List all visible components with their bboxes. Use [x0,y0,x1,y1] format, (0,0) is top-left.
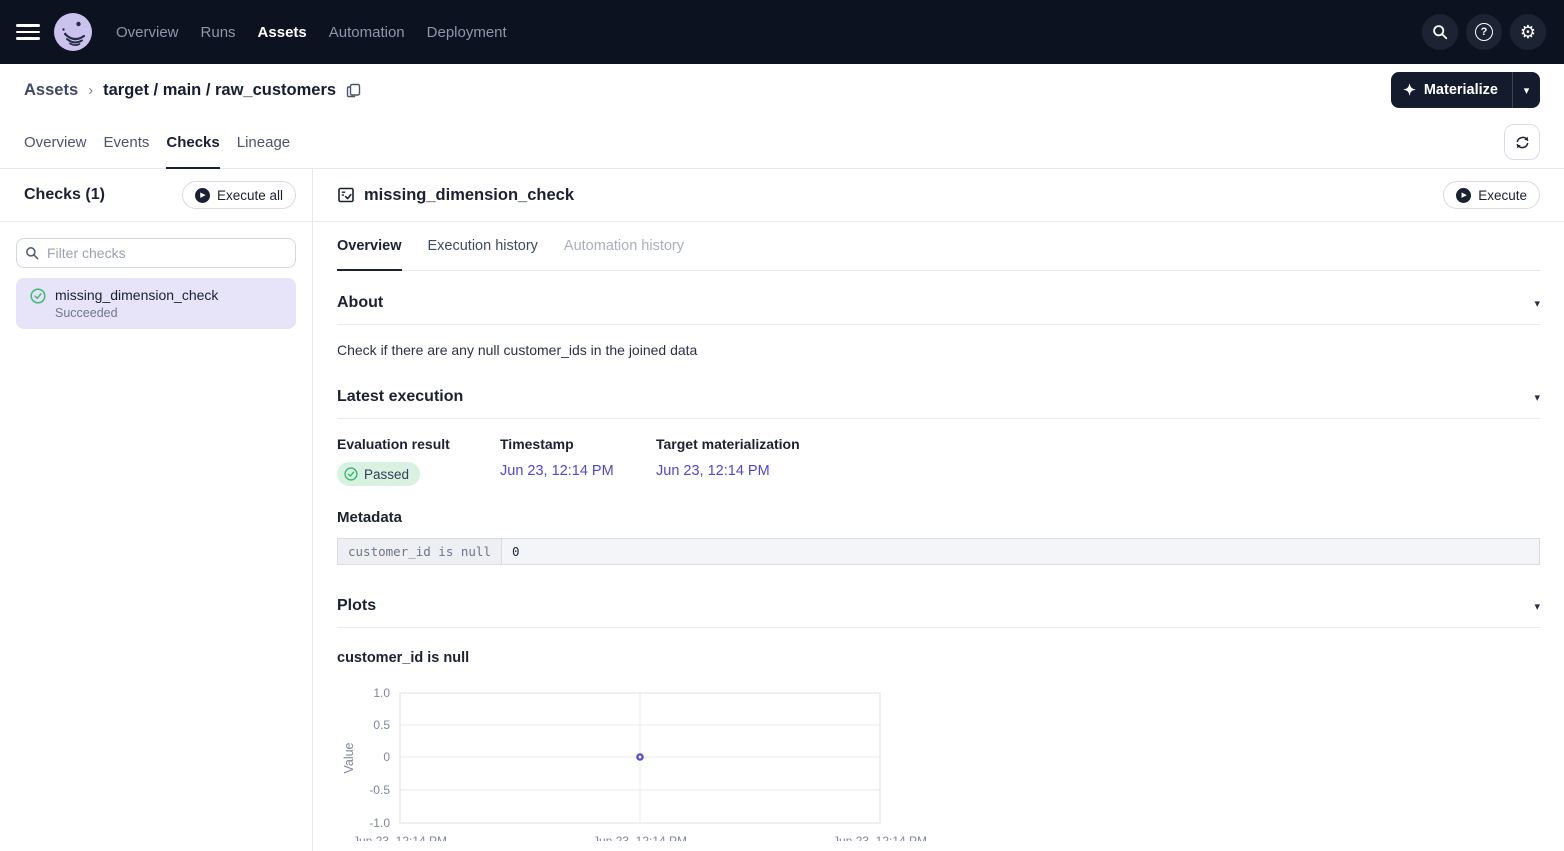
check-detail-body: Overview Execution history Automation hi… [313,222,1564,851]
tab-checks[interactable]: Checks [166,116,219,168]
about-section-header: About ▾ [337,294,1540,325]
materialize-split-button: ✦ Materialize ▾ [1391,72,1540,108]
filter-checks-input[interactable] [16,238,296,268]
hamburger-menu-icon[interactable] [16,20,40,44]
copy-button[interactable] [346,83,361,98]
breadcrumb-chevron-icon: › [88,82,93,99]
plots-section-header: Plots ▾ [337,597,1540,628]
data-point [636,753,644,761]
help-icon: ? [1475,23,1493,41]
check-description: Check if there are any null customer_ids… [337,342,1540,358]
execute-label: Execute [1478,188,1527,203]
about-heading: About [337,294,383,312]
help-button[interactable]: ? [1466,14,1502,50]
execute-all-button[interactable]: ▶ Execute all [182,181,296,209]
latest-execution-columns: Evaluation result Passed Timestamp J [337,436,1540,486]
check-item-status: Succeeded [55,306,218,320]
nav-runs[interactable]: Runs [201,24,236,41]
y-axis-label: Value [342,742,356,773]
breadcrumb-assets-link[interactable]: Assets [24,81,78,100]
check-tab-automation-history[interactable]: Automation history [564,222,684,270]
check-detail-header: missing_dimension_check ▶ Execute [313,169,1564,222]
refresh-icon [1514,134,1531,151]
filter-checks-box [16,238,296,268]
breadcrumb-asset-path: target / main / raw_customers [103,81,336,100]
metadata-heading: Metadata [337,509,1540,526]
execute-all-label: Execute all [217,188,283,203]
nav-overview[interactable]: Overview [116,24,179,41]
sparkle-icon: ✦ [1403,81,1416,99]
check-title: missing_dimension_check [364,186,574,205]
evaluation-result-header: Evaluation result [337,436,500,452]
gear-icon: ⚙ [1520,22,1536,43]
check-item-name: missing_dimension_check [55,287,218,303]
execute-button[interactable]: ▶ Execute [1443,181,1540,209]
x-tick: Jun 23, 12:14 PM [833,834,927,841]
y-tick: 0 [383,750,390,764]
latest-execution-heading: Latest execution [337,388,463,406]
check-tab-overview[interactable]: Overview [337,222,402,270]
content-area: Checks (1) ▶ Execute all missing_dimensi… [0,169,1564,851]
metadata-value: 0 [502,539,1540,565]
check-tab-execution-history[interactable]: Execution history [428,222,538,270]
tab-events[interactable]: Events [104,116,150,168]
collapse-caret-icon[interactable]: ▾ [1534,297,1540,310]
checks-sidebar: Checks (1) ▶ Execute all missing_dimensi… [0,169,313,851]
tab-lineage[interactable]: Lineage [237,116,290,168]
topbar-actions: ? ⚙ [1422,14,1546,50]
collapse-caret-icon[interactable]: ▾ [1534,600,1540,613]
x-tick: Jun 23, 12:14 PM [593,834,687,841]
metadata-key: customer_id is null [338,539,502,565]
play-circle-icon: ▶ [195,188,210,203]
y-tick: -1.0 [369,816,390,830]
timestamp-link[interactable]: Jun 23, 12:14 PM [500,463,614,479]
tab-overview[interactable]: Overview [24,116,87,168]
nav-automation[interactable]: Automation [329,24,405,41]
dagster-logo[interactable] [54,13,92,51]
target-materialization-header: Target materialization [656,436,800,452]
check-tabs: Overview Execution history Automation hi… [337,222,1540,271]
y-tick: 1.0 [373,686,390,700]
metadata-table: customer_id is null 0 [337,538,1540,565]
nav-deployment[interactable]: Deployment [427,24,507,41]
refresh-button[interactable] [1504,124,1540,160]
search-icon [25,246,39,260]
timestamp-header: Timestamp [500,436,656,452]
plot-title: customer_id is null [337,650,1540,666]
play-circle-icon: ▶ [1456,188,1471,203]
materialize-dropdown-button[interactable]: ▾ [1512,72,1540,108]
check-detail-panel: missing_dimension_check ▶ Execute Overvi… [313,169,1564,851]
target-materialization-link[interactable]: Jun 23, 12:14 PM [656,463,770,479]
passed-badge-label: Passed [364,467,409,482]
latest-execution-section-header: Latest execution ▾ [337,388,1540,419]
breadcrumb-row: Assets › target / main / raw_customers ✦… [0,64,1564,116]
copy-icon [346,83,361,98]
check-list-item[interactable]: missing_dimension_check Succeeded [16,278,296,329]
asset-check-icon [337,186,355,204]
checks-count-title: Checks (1) [24,186,105,204]
settings-button[interactable]: ⚙ [1510,14,1546,50]
check-circle-icon [344,467,358,481]
plots-heading: Plots [337,597,376,615]
passed-badge: Passed [337,462,420,486]
y-tick: -0.5 [369,783,390,797]
materialize-label: Materialize [1424,82,1498,98]
asset-tabs-row: Overview Events Checks Lineage [0,116,1564,169]
nav-assets[interactable]: Assets [258,24,307,41]
materialize-button[interactable]: ✦ Materialize [1391,72,1512,108]
search-icon [1432,24,1448,40]
y-tick: 0.5 [373,718,390,732]
search-button[interactable] [1422,14,1458,50]
checks-sidebar-header: Checks (1) ▶ Execute all [0,169,312,222]
top-navigation-bar: Overview Runs Assets Automation Deployme… [0,0,1564,64]
value-chart: Value 1.0 0.5 0 -0.5 -1.0 [337,680,1540,841]
check-circle-icon [30,288,46,304]
x-tick: Jun 23, 12:14 PM [353,834,447,841]
collapse-caret-icon[interactable]: ▾ [1534,391,1540,404]
metadata-row: customer_id is null 0 [338,539,1540,565]
chevron-down-icon: ▾ [1524,84,1530,97]
primary-nav: Overview Runs Assets Automation Deployme… [116,24,507,41]
